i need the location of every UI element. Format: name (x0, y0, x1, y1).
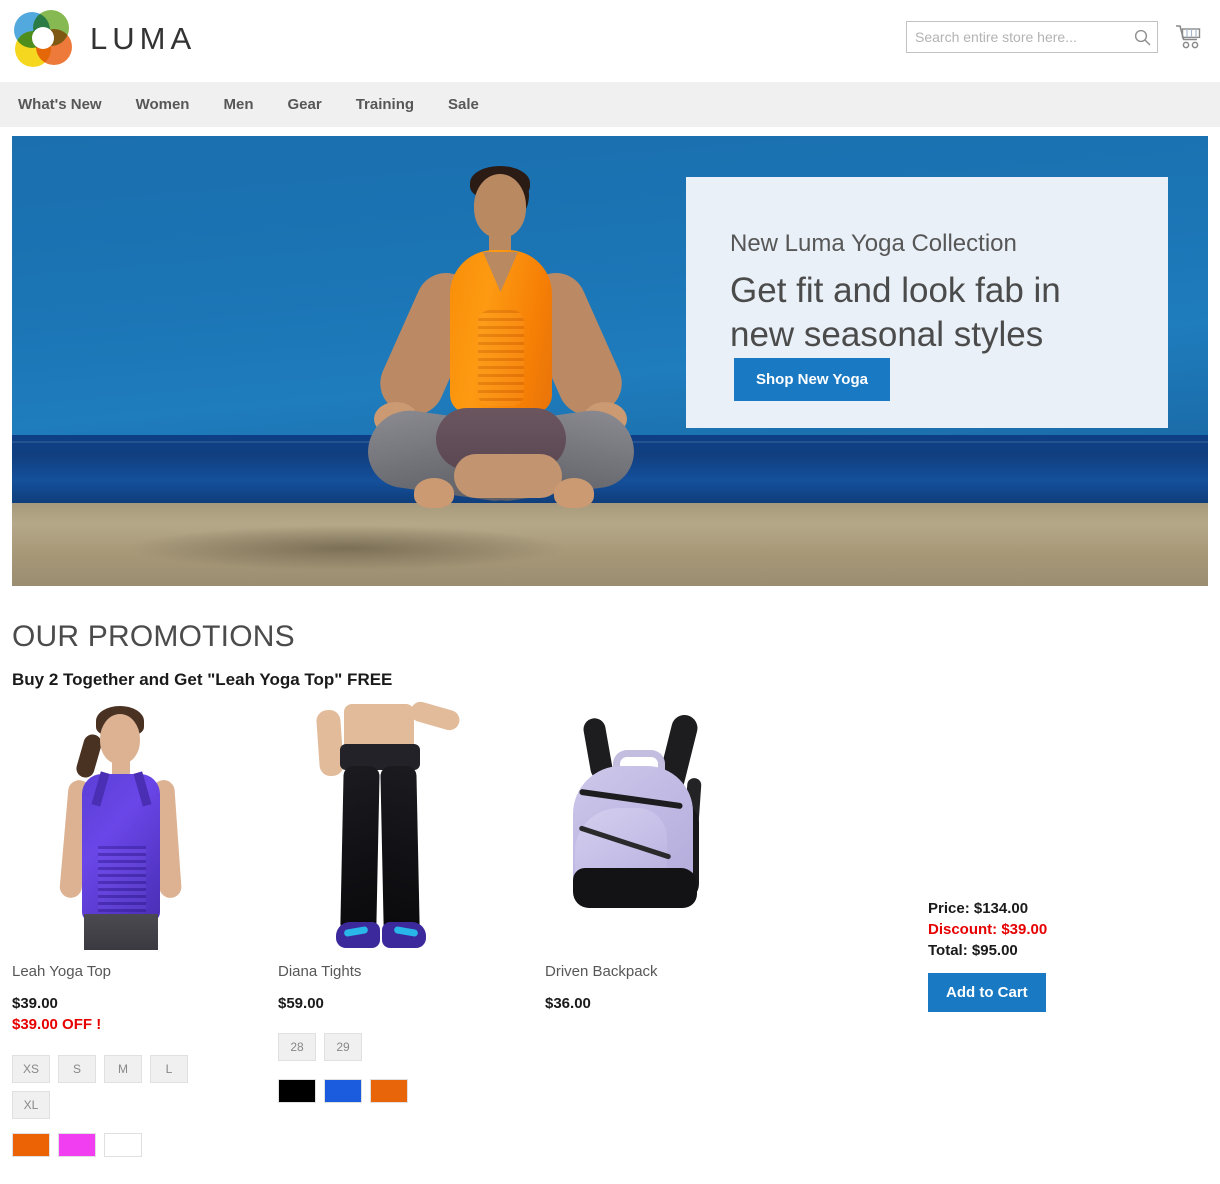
nav-item-women[interactable]: Women (136, 96, 190, 113)
nav-item-training[interactable]: Training (356, 96, 414, 113)
product-name-leah-yoga-top[interactable]: Leah Yoga Top (12, 963, 111, 980)
summary-price: Price: $134.00 (928, 900, 1029, 917)
shop-new-yoga-button[interactable]: Shop New Yoga (734, 358, 890, 401)
yoga-model-image (290, 166, 710, 566)
product-name-driven-backpack[interactable]: Driven Backpack (545, 963, 658, 980)
page-title: OUR PROMOTIONS (12, 620, 295, 653)
color-swatches-diana (278, 1079, 408, 1103)
product-price-driven-backpack: $36.00 (545, 995, 591, 1012)
product-name-diana-tights[interactable]: Diana Tights (278, 963, 361, 980)
luma-logo-icon (14, 10, 72, 68)
size-swatch-m[interactable]: M (104, 1055, 142, 1083)
hero-eyebrow: New Luma Yoga Collection (730, 230, 1017, 257)
search-icon[interactable] (1127, 22, 1157, 52)
color-swatch-orange[interactable] (370, 1079, 408, 1103)
nav-item-men[interactable]: Men (223, 96, 253, 113)
add-to-cart-button[interactable]: Add to Cart (928, 973, 1046, 1012)
bundle-summary: Price: $134.00 Discount: $39.00 Total: $… (928, 898, 1148, 1012)
size-swatch-xs[interactable]: XS (12, 1055, 50, 1083)
product-image-driven-backpack[interactable] (545, 700, 745, 950)
color-swatch-magenta[interactable] (58, 1133, 96, 1157)
storefront-page: LUMA What's New W (0, 0, 1220, 1184)
search-input[interactable] (907, 22, 1127, 52)
logo-text: LUMA (90, 21, 197, 56)
size-swatches-leah-row2: XL (12, 1091, 50, 1119)
search-box[interactable] (906, 21, 1158, 53)
product-price-leah-yoga-top: $39.00 (12, 995, 58, 1012)
color-swatch-black[interactable] (278, 1079, 316, 1103)
site-header: LUMA (0, 0, 1220, 82)
summary-total: Total: $95.00 (928, 942, 1018, 959)
main-navigation: What's New Women Men Gear Training Sale (0, 82, 1220, 127)
size-swatch-l[interactable]: L (150, 1055, 188, 1083)
hero-title: Get fit and look fab in new seasonal sty… (730, 271, 1061, 354)
size-swatches-leah-row1: XS S M L (12, 1055, 188, 1083)
nav-item-whats-new[interactable]: What's New (18, 96, 102, 113)
summary-discount: Discount: $39.00 (928, 921, 1048, 938)
bundle-product-diana-tights[interactable] (278, 700, 508, 950)
product-image-leah-yoga-top[interactable] (12, 700, 212, 950)
color-swatch-blue[interactable] (324, 1079, 362, 1103)
size-swatch-29[interactable]: 29 (324, 1033, 362, 1061)
size-swatch-28[interactable]: 28 (278, 1033, 316, 1061)
color-swatch-white[interactable] (104, 1133, 142, 1157)
product-image-diana-tights[interactable] (278, 700, 478, 950)
bundle-product-driven-backpack[interactable] (545, 700, 775, 950)
shopping-cart-icon[interactable] (1172, 20, 1206, 54)
size-swatches-diana: 28 29 (278, 1033, 362, 1061)
color-swatch-orange[interactable] (12, 1133, 50, 1157)
promotion-subheading: Buy 2 Together and Get "Leah Yoga Top" F… (12, 670, 393, 689)
color-swatches-leah (12, 1133, 142, 1157)
size-swatch-xl[interactable]: XL (12, 1091, 50, 1119)
product-discount-label: $39.00 OFF ! (12, 1016, 102, 1033)
hero-banner[interactable]: New Luma Yoga Collection Get fit and loo… (12, 136, 1208, 586)
nav-item-sale[interactable]: Sale (448, 96, 479, 113)
nav-item-gear[interactable]: Gear (287, 96, 321, 113)
size-swatch-s[interactable]: S (58, 1055, 96, 1083)
product-price-diana-tights: $59.00 (278, 995, 324, 1012)
logo[interactable]: LUMA (14, 10, 196, 68)
bundle-product-leah-yoga-top[interactable] (12, 700, 242, 950)
